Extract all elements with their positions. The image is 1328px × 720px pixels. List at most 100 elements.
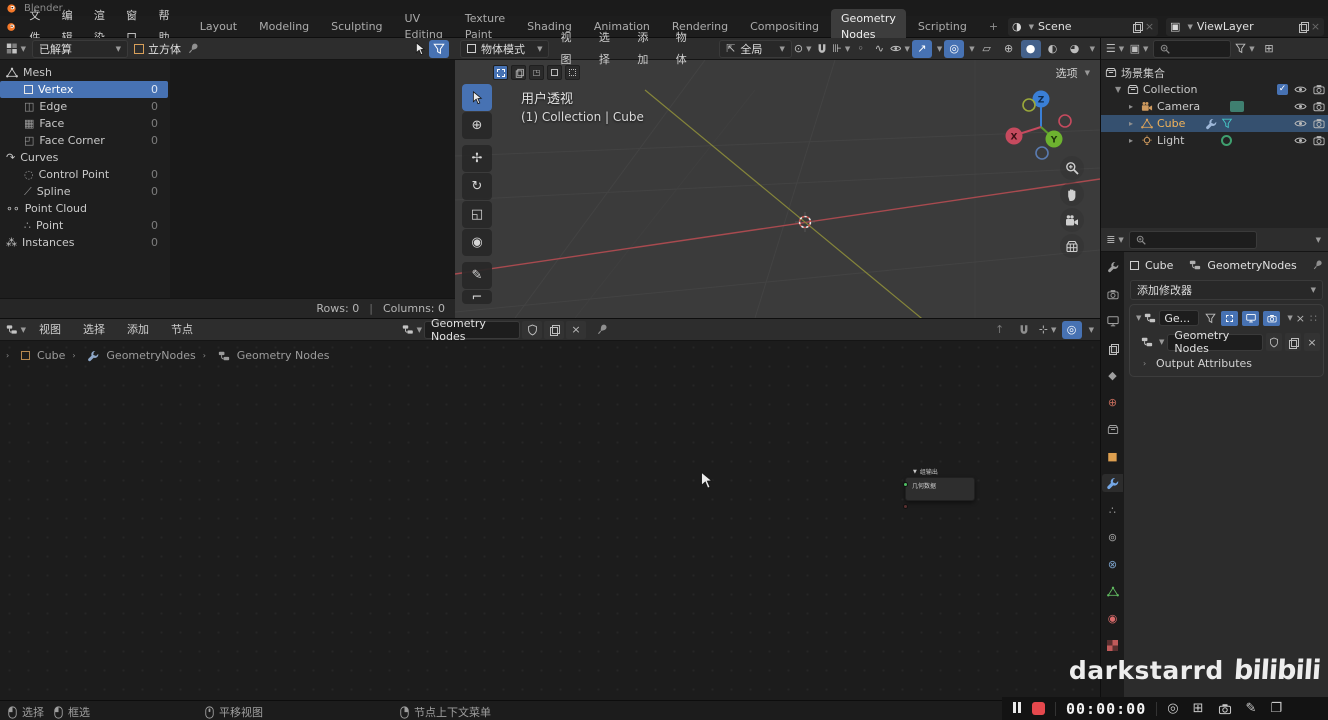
tab-modeling[interactable]: Modeling [249, 17, 319, 37]
tree-item-face-corner[interactable]: ◰ Face Corner 0 [0, 132, 168, 149]
tab-object-data-icon[interactable] [1102, 582, 1123, 600]
add-workspace-button[interactable]: + [979, 17, 1008, 37]
hide-eye-icon[interactable] [1294, 101, 1307, 112]
geometry-node-editor[interactable]: ▼ 视图 选择 添加 节点 ▼ Geometry Nodes × ↑ ⊹ ▼ ◎ … [0, 317, 1100, 700]
select-filter-cursor-icon[interactable] [415, 42, 426, 56]
node-snap-magnet-icon[interactable] [1014, 321, 1034, 339]
shading-solid-icon[interactable]: ● [1020, 39, 1041, 58]
editor-type-spreadsheet-icon[interactable]: ▼ [6, 40, 26, 58]
tree-type-icon[interactable]: ▼ [402, 321, 422, 339]
snap-target-icon[interactable]: ⊪ ▼ [832, 40, 850, 58]
new-copy-icon[interactable] [544, 320, 564, 339]
shading-material-icon[interactable]: ◐ [1043, 40, 1063, 58]
select-mode-set-icon[interactable] [493, 65, 508, 80]
modifier-expand-icon[interactable]: ▼ [1136, 314, 1141, 322]
tab-sculpting[interactable]: Sculpting [321, 17, 392, 37]
shading-rendered-icon[interactable]: ◕ [1065, 40, 1085, 58]
tab-material-icon[interactable]: ◉ [1102, 609, 1123, 627]
tool-select-box[interactable] [462, 84, 492, 111]
group-output-node[interactable]: ▼ 组输出 几何数据 [903, 467, 975, 509]
outliner-row-collection[interactable]: ▼ Collection ✓ [1101, 81, 1328, 98]
disclosure-icon[interactable]: ▸ [1129, 119, 1137, 128]
display-realtime-toggle-icon[interactable] [1242, 310, 1260, 326]
display-editmode-toggle-icon[interactable] [1221, 310, 1239, 326]
properties-filter-dropdown-icon[interactable]: ▼ [1316, 236, 1321, 244]
disclosure-icon[interactable]: ▸ [1129, 102, 1137, 111]
render-visibility-icon[interactable] [1313, 84, 1325, 95]
snap-magnet-icon[interactable] [814, 40, 831, 58]
tree-item-vertex[interactable]: Vertex 0 [0, 81, 168, 98]
tool-annotate[interactable]: ✎ [462, 262, 492, 289]
hide-eye-icon[interactable] [1294, 84, 1307, 95]
outliner-scene-collection[interactable]: 场景集合 [1101, 64, 1328, 81]
overlays-toggle-icon[interactable]: ◎ [944, 39, 965, 58]
node-overlays-dropdown-icon[interactable]: ▼ [1089, 326, 1094, 334]
render-visibility-icon[interactable] [1313, 135, 1325, 146]
pan-view-icon[interactable] [1060, 182, 1084, 206]
modifier-extras-dropdown-icon[interactable]: ▼ [1287, 314, 1292, 322]
output-attributes-section[interactable]: › Output Attributes [1133, 353, 1320, 373]
node-overlays-toggle-icon[interactable]: ◎ [1061, 320, 1082, 339]
select-mode-subtract-icon[interactable]: ◳ [529, 65, 544, 80]
tree-group-instances[interactable]: ⁂ Instances 0 [0, 234, 168, 251]
select-mode-extend-icon[interactable] [511, 65, 526, 80]
modifier-tree-name-field[interactable]: Geometry Nodes [1167, 329, 1263, 355]
fit-region-icon[interactable]: ⊞ [1193, 701, 1204, 716]
tab-compositing[interactable]: Compositing [740, 17, 829, 37]
node-menu-node[interactable]: 节点 [162, 319, 202, 341]
outliner-filter-type-icon[interactable]: ▣ ▼ [1129, 40, 1149, 58]
pause-button[interactable] [1012, 701, 1022, 716]
node-menu-select[interactable]: 选择 [74, 319, 114, 341]
tab-particles-icon[interactable]: ∴ [1102, 501, 1123, 519]
tab-object-icon[interactable]: ■ [1102, 447, 1123, 465]
viewlayer-copy-icon[interactable] [1298, 22, 1309, 33]
screenshot-camera-icon[interactable] [1218, 703, 1232, 715]
node-menu-view[interactable]: 视图 [30, 319, 70, 341]
unlink-icon[interactable]: × [566, 320, 586, 339]
modifier-name-field[interactable]: Ge... [1159, 310, 1200, 326]
tab-output-icon[interactable] [1102, 312, 1123, 330]
tree-copy-icon[interactable] [1285, 333, 1301, 351]
new-collection-icon[interactable]: ⊞ [1259, 40, 1279, 58]
transform-orientation-dropdown[interactable]: ⇱ 全局 ▼ [719, 39, 792, 58]
viewport-menu-object[interactable]: 物体 [667, 27, 703, 71]
tab-scene-icon[interactable]: ◆ [1102, 366, 1123, 384]
tool-rotate[interactable]: ↻ [462, 173, 492, 200]
breadcrumb-expand-icon[interactable]: › [6, 351, 14, 360]
outliner-row-camera[interactable]: ▸ Camera [1101, 98, 1328, 115]
tree-group-curves[interactable]: ↷ Curves [0, 149, 168, 166]
tab-render-icon[interactable] [1102, 285, 1123, 303]
hide-eye-icon[interactable] [1294, 118, 1307, 129]
pin-icon[interactable] [184, 40, 202, 58]
navigation-gizmo[interactable]: Z X Y [1002, 83, 1080, 161]
draw-pen-icon[interactable]: ✎ [1246, 701, 1257, 716]
display-render-toggle-icon[interactable] [1263, 310, 1281, 326]
pivot-point-icon[interactable]: ⊙ ▼ [794, 40, 812, 58]
tool-options-dropdown[interactable]: 选项 ▼ [1056, 65, 1090, 81]
tool-cursor[interactable]: ⊕ [462, 112, 492, 139]
overlays-dropdown-icon[interactable]: ▼ [969, 45, 974, 53]
collection-checkbox[interactable]: ✓ [1277, 84, 1288, 95]
render-visibility-icon[interactable] [1313, 101, 1325, 112]
tree-item-face[interactable]: ▦ Face 0 [0, 115, 168, 132]
properties-pin-icon[interactable] [1309, 257, 1325, 273]
outliner-search-input[interactable] [1153, 39, 1231, 58]
tree-selector-icon[interactable] [1141, 336, 1153, 348]
tab-layout[interactable]: Layout [190, 17, 247, 37]
scene-copy-icon[interactable] [1132, 22, 1143, 33]
tool-move[interactable]: ✢ [462, 145, 492, 172]
node-snap-mode-icon[interactable]: ⊹ ▼ [1038, 321, 1058, 339]
record-region-icon[interactable]: ◎ [1167, 701, 1178, 716]
disclosure-icon[interactable]: ▸ [1129, 136, 1137, 145]
modifier-edit-mode-funnel-icon[interactable] [1202, 309, 1218, 327]
node-pin-icon[interactable] [593, 321, 611, 339]
shading-wireframe-icon[interactable]: ⊕ [999, 40, 1019, 58]
viewport-menu-view[interactable]: 视图 [551, 27, 587, 71]
properties-search-input[interactable] [1129, 230, 1257, 249]
tab-tool-icon[interactable] [1102, 258, 1123, 276]
window-mode-icon[interactable]: ❐ [1270, 701, 1282, 716]
tool-transform[interactable]: ◉ [462, 229, 492, 256]
proportional-editing-icon[interactable]: ◦ [852, 40, 869, 58]
outliner-display-mode-icon[interactable]: ☰ ▼ [1105, 40, 1125, 58]
render-visibility-icon[interactable] [1313, 118, 1325, 129]
